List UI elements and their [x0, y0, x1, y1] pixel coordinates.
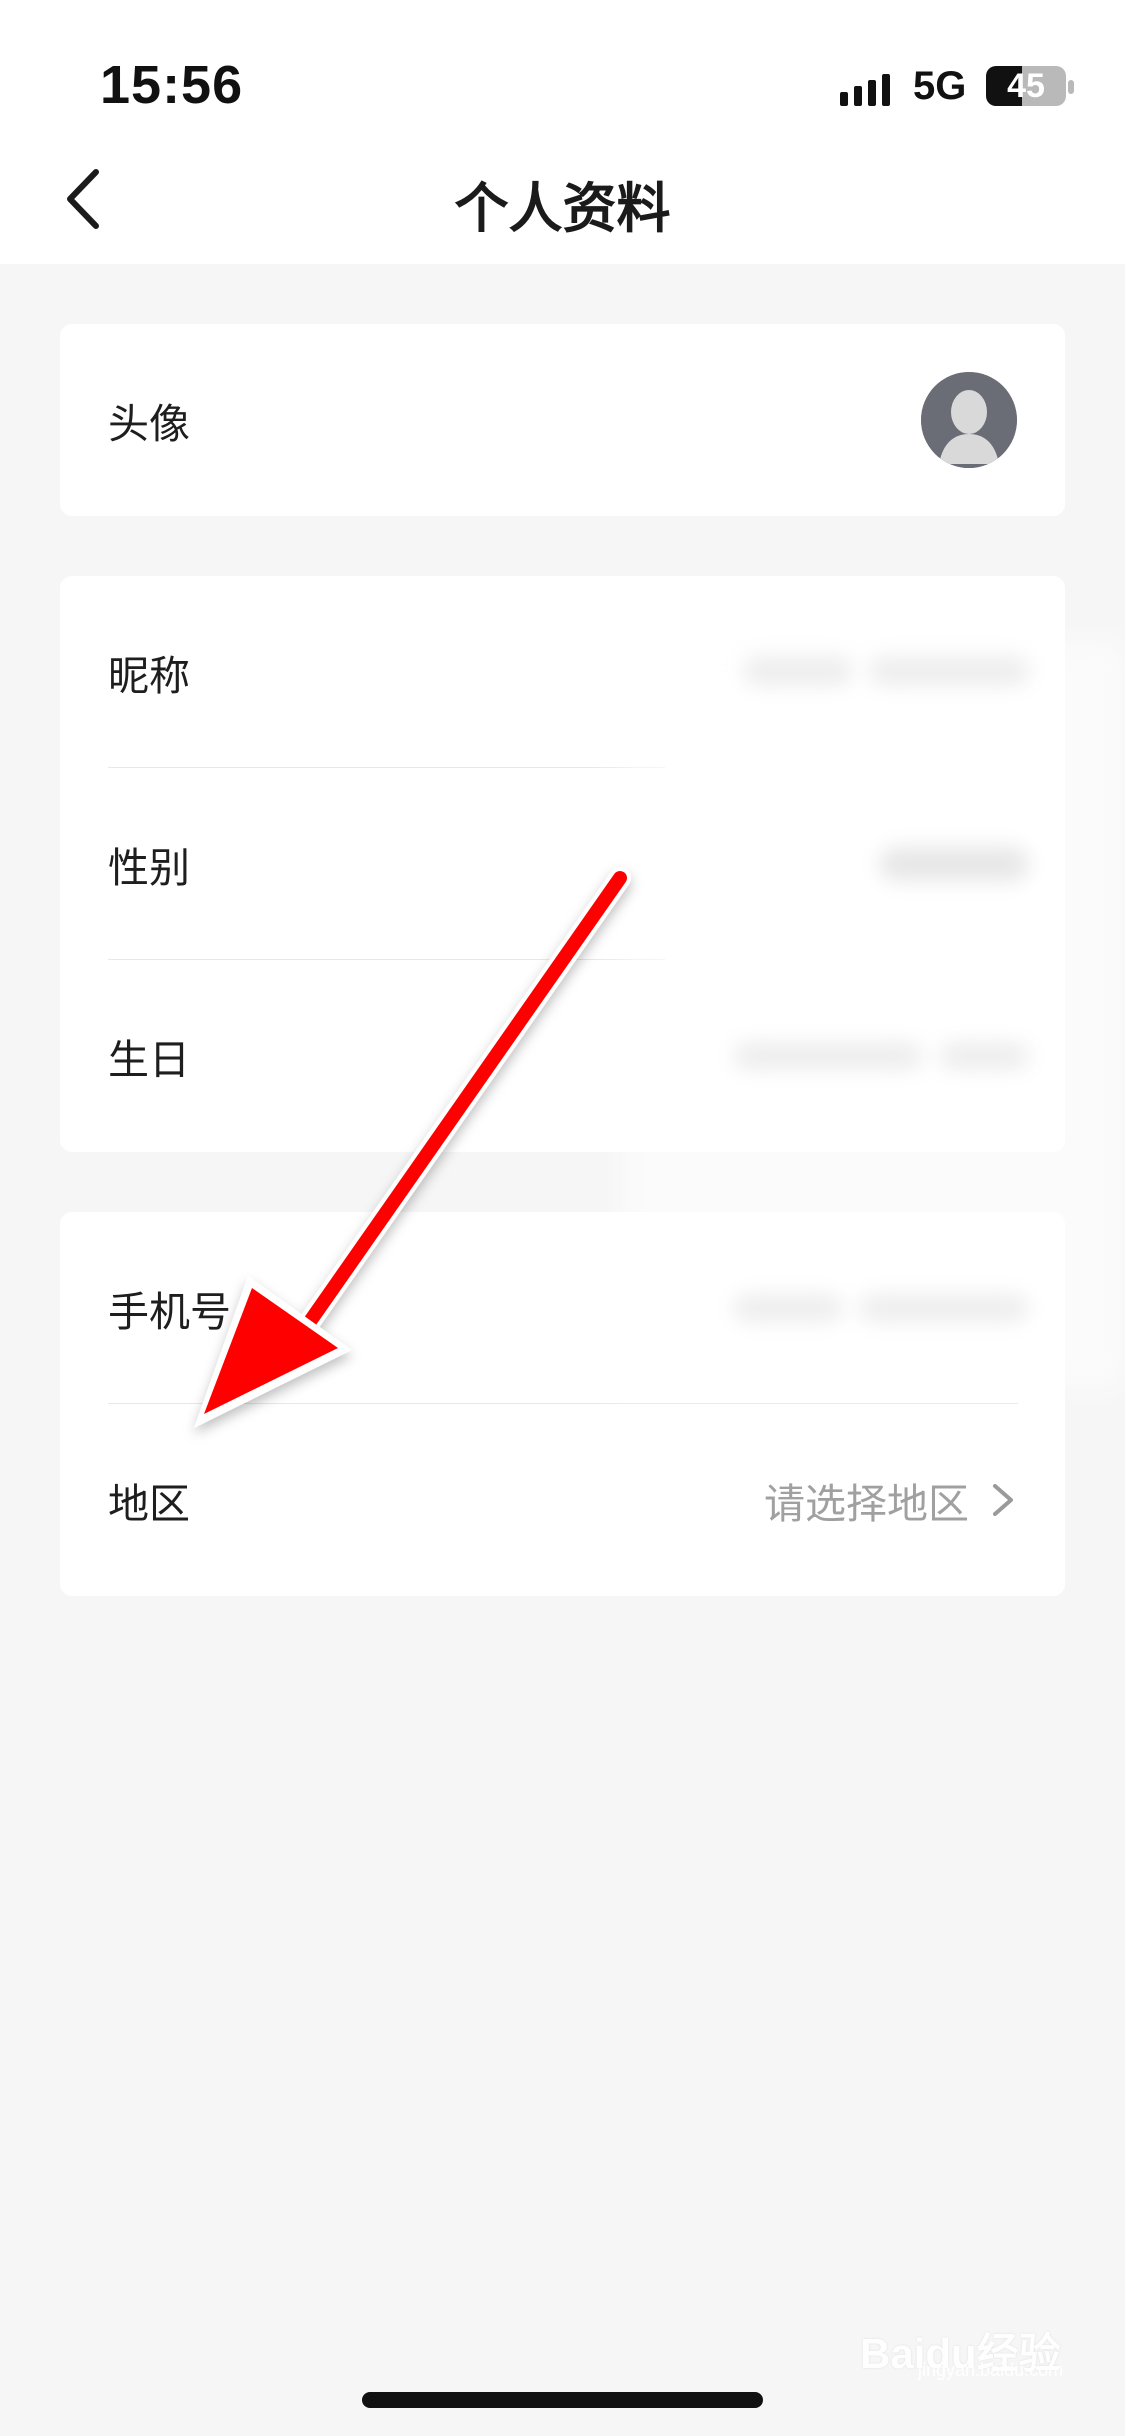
avatar-card: 头像 — [60, 324, 1065, 516]
page-title: 个人资料 — [454, 179, 671, 239]
avatar-row[interactable]: 头像 — [60, 324, 1065, 516]
nickname-label: 昵称 — [108, 653, 190, 699]
home-indicator — [362, 2392, 763, 2408]
region-value: 请选择地区 — [764, 1481, 969, 1527]
red-arrow-annotation — [194, 867, 631, 1428]
status-time: 15:56 — [100, 55, 244, 115]
battery-icon: 45 — [986, 66, 1066, 106]
signal-icon — [840, 74, 890, 106]
avatar-label: 头像 — [108, 401, 190, 447]
battery-percent: 45 — [1007, 66, 1045, 105]
battery-tip — [1068, 80, 1074, 94]
avatar-placeholder-icon — [921, 372, 1017, 468]
avatar[interactable] — [921, 372, 1017, 468]
privacy-blur-overlay — [620, 640, 1125, 1390]
watermark-subtext: jingyan.baidu.com — [918, 2360, 1064, 2380]
chevron-right-icon — [993, 1484, 1013, 1516]
network-label: 5G — [913, 64, 967, 108]
top-bar: 15:56 5G 45 个人资料 — [0, 0, 1125, 264]
